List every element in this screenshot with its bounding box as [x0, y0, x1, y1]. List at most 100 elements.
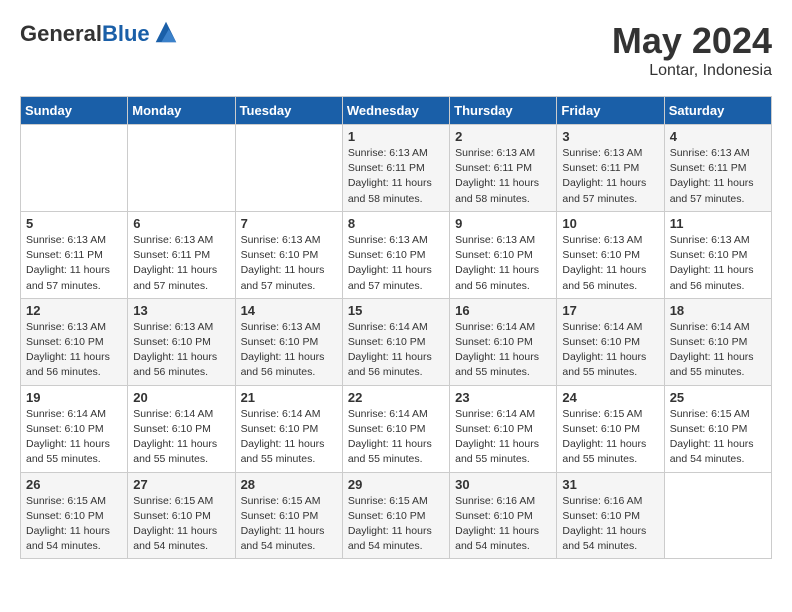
day-number: 1 [348, 129, 444, 144]
calendar-cell: 14 Sunrise: 6:13 AMSunset: 6:10 PMDayligh… [235, 298, 342, 385]
day-info: Sunrise: 6:15 AMSunset: 6:10 PMDaylight:… [26, 494, 122, 555]
day-number: 14 [241, 303, 337, 318]
logo: GeneralBlue [20, 20, 180, 48]
day-number: 8 [348, 216, 444, 231]
header-friday: Friday [557, 97, 664, 125]
calendar-cell: 21 Sunrise: 6:14 AMSunset: 6:10 PMDayligh… [235, 385, 342, 472]
calendar-cell: 7 Sunrise: 6:13 AMSunset: 6:10 PMDaylight… [235, 211, 342, 298]
day-info: Sunrise: 6:13 AMSunset: 6:10 PMDaylight:… [562, 233, 658, 294]
day-number: 6 [133, 216, 229, 231]
day-info: Sunrise: 6:13 AMSunset: 6:10 PMDaylight:… [670, 233, 766, 294]
day-number: 20 [133, 390, 229, 405]
day-number: 22 [348, 390, 444, 405]
day-info: Sunrise: 6:13 AMSunset: 6:10 PMDaylight:… [241, 320, 337, 381]
day-number: 15 [348, 303, 444, 318]
day-info: Sunrise: 6:13 AMSunset: 6:11 PMDaylight:… [455, 146, 551, 207]
day-number: 26 [26, 477, 122, 492]
calendar-cell: 26 Sunrise: 6:15 AMSunset: 6:10 PMDayligh… [21, 472, 128, 559]
day-info: Sunrise: 6:16 AMSunset: 6:10 PMDaylight:… [455, 494, 551, 555]
day-number: 18 [670, 303, 766, 318]
day-number: 11 [670, 216, 766, 231]
day-info: Sunrise: 6:14 AMSunset: 6:10 PMDaylight:… [455, 320, 551, 381]
calendar-cell: 15 Sunrise: 6:14 AMSunset: 6:10 PMDayligh… [342, 298, 449, 385]
day-number: 24 [562, 390, 658, 405]
day-number: 25 [670, 390, 766, 405]
calendar-cell: 1Sunrise: 6:13 AMSunset: 6:11 PMDaylight… [342, 125, 449, 212]
day-number: 19 [26, 390, 122, 405]
day-info: Sunrise: 6:15 AMSunset: 6:10 PMDaylight:… [348, 494, 444, 555]
calendar-cell: 25 Sunrise: 6:15 AMSunset: 6:10 PMDayligh… [664, 385, 771, 472]
calendar-cell: 13Sunrise: 6:13 AMSunset: 6:10 PMDayligh… [128, 298, 235, 385]
day-number: 2 [455, 129, 551, 144]
logo-general-text: General [20, 21, 102, 46]
day-info: Sunrise: 6:16 AMSunset: 6:10 PMDaylight:… [562, 494, 658, 555]
main-title: May 2024 [612, 20, 772, 62]
header-saturday: Saturday [664, 97, 771, 125]
day-number: 28 [241, 477, 337, 492]
calendar-cell: 23Sunrise: 6:14 AMSunset: 6:10 PMDayligh… [450, 385, 557, 472]
calendar-cell: 4 Sunrise: 6:13 AMSunset: 6:11 PMDaylight… [664, 125, 771, 212]
header-thursday: Thursday [450, 97, 557, 125]
calendar-cell: 16Sunrise: 6:14 AMSunset: 6:10 PMDayligh… [450, 298, 557, 385]
header-monday: Monday [128, 97, 235, 125]
calendar-cell: 29 Sunrise: 6:15 AMSunset: 6:10 PMDayligh… [342, 472, 449, 559]
day-info: Sunrise: 6:13 AMSunset: 6:11 PMDaylight:… [562, 146, 658, 207]
day-info: Sunrise: 6:13 AMSunset: 6:10 PMDaylight:… [241, 233, 337, 294]
day-info: Sunrise: 6:15 AMSunset: 6:10 PMDaylight:… [241, 494, 337, 555]
title-block: May 2024 Lontar, Indonesia [612, 20, 772, 80]
day-number: 4 [670, 129, 766, 144]
day-info: Sunrise: 6:15 AMSunset: 6:10 PMDaylight:… [562, 407, 658, 468]
calendar-cell: 3 Sunrise: 6:13 AMSunset: 6:11 PMDaylight… [557, 125, 664, 212]
day-info: Sunrise: 6:14 AMSunset: 6:10 PMDaylight:… [26, 407, 122, 468]
day-number: 30 [455, 477, 551, 492]
header-tuesday: Tuesday [235, 97, 342, 125]
day-number: 12 [26, 303, 122, 318]
calendar-cell [235, 125, 342, 212]
calendar-cell: 8 Sunrise: 6:13 AMSunset: 6:10 PMDaylight… [342, 211, 449, 298]
day-info: Sunrise: 6:15 AMSunset: 6:10 PMDaylight:… [133, 494, 229, 555]
day-number: 29 [348, 477, 444, 492]
calendar-cell [664, 472, 771, 559]
calendar-cell: 24 Sunrise: 6:15 AMSunset: 6:10 PMDayligh… [557, 385, 664, 472]
calendar-header-row: SundayMondayTuesdayWednesdayThursdayFrid… [21, 97, 772, 125]
day-info: Sunrise: 6:13 AMSunset: 6:11 PMDaylight:… [26, 233, 122, 294]
day-info: Sunrise: 6:15 AMSunset: 6:10 PMDaylight:… [670, 407, 766, 468]
week-row-1: 1 Sunrise: 6:13 AMSunset: 6:11 PMDaylight… [21, 125, 772, 212]
day-info: Sunrise: 6:14 AMSunset: 6:10 PMDaylight:… [348, 407, 444, 468]
calendar-table: SundayMondayTuesdayWednesdayThursdayFrid… [20, 96, 772, 559]
day-info: Sunrise: 6:13 AMSunset: 6:10 PMDaylight:… [348, 233, 444, 294]
day-number: 17 [562, 303, 658, 318]
day-number: 7 [241, 216, 337, 231]
day-info: Sunrise: 6:13 AMSunset: 6:11 PMDaylight:… [133, 233, 229, 294]
day-number: 21 [241, 390, 337, 405]
week-row-3: 12 Sunrise: 6:13 AMSunset: 6:10 PMDayligh… [21, 298, 772, 385]
calendar-cell: 22 Sunrise: 6:14 AMSunset: 6:10 PMDayligh… [342, 385, 449, 472]
week-row-5: 26 Sunrise: 6:15 AMSunset: 6:10 PMDayligh… [21, 472, 772, 559]
calendar-cell: 19 Sunrise: 6:14 AMSunset: 6:10 PMDayligh… [21, 385, 128, 472]
calendar-cell: 11 Sunrise: 6:13 AMSunset: 6:10 PMDayligh… [664, 211, 771, 298]
day-info: Sunrise: 6:13 AMSunset: 6:11 PMDaylight:… [670, 146, 766, 207]
calendar-cell: 2 Sunrise: 6:13 AMSunset: 6:11 PMDaylight… [450, 125, 557, 212]
calendar-cell: 17Sunrise: 6:14 AMSunset: 6:10 PMDayligh… [557, 298, 664, 385]
calendar-cell: 27 Sunrise: 6:15 AMSunset: 6:10 PMDayligh… [128, 472, 235, 559]
day-info: Sunrise: 6:14 AMSunset: 6:10 PMDaylight:… [133, 407, 229, 468]
day-number: 27 [133, 477, 229, 492]
calendar-cell: 31 Sunrise: 6:16 AMSunset: 6:10 PMDayligh… [557, 472, 664, 559]
calendar-cell: 28 Sunrise: 6:15 AMSunset: 6:10 PMDayligh… [235, 472, 342, 559]
day-number: 31 [562, 477, 658, 492]
header-wednesday: Wednesday [342, 97, 449, 125]
week-row-2: 5Sunrise: 6:13 AMSunset: 6:11 PMDaylight… [21, 211, 772, 298]
header-sunday: Sunday [21, 97, 128, 125]
day-info: Sunrise: 6:14 AMSunset: 6:10 PMDaylight:… [241, 407, 337, 468]
day-number: 3 [562, 129, 658, 144]
calendar-cell: 6 Sunrise: 6:13 AMSunset: 6:11 PMDaylight… [128, 211, 235, 298]
calendar-cell: 12 Sunrise: 6:13 AMSunset: 6:10 PMDayligh… [21, 298, 128, 385]
logo-blue-text: Blue [102, 21, 150, 46]
logo-icon [152, 18, 180, 46]
day-info: Sunrise: 6:13 AMSunset: 6:10 PMDaylight:… [133, 320, 229, 381]
week-row-4: 19 Sunrise: 6:14 AMSunset: 6:10 PMDayligh… [21, 385, 772, 472]
day-info: Sunrise: 6:14 AMSunset: 6:10 PMDaylight:… [348, 320, 444, 381]
day-info: Sunrise: 6:14 AMSunset: 6:10 PMDaylight:… [670, 320, 766, 381]
day-info: Sunrise: 6:13 AMSunset: 6:10 PMDaylight:… [26, 320, 122, 381]
day-info: Sunrise: 6:14 AMSunset: 6:10 PMDaylight:… [455, 407, 551, 468]
